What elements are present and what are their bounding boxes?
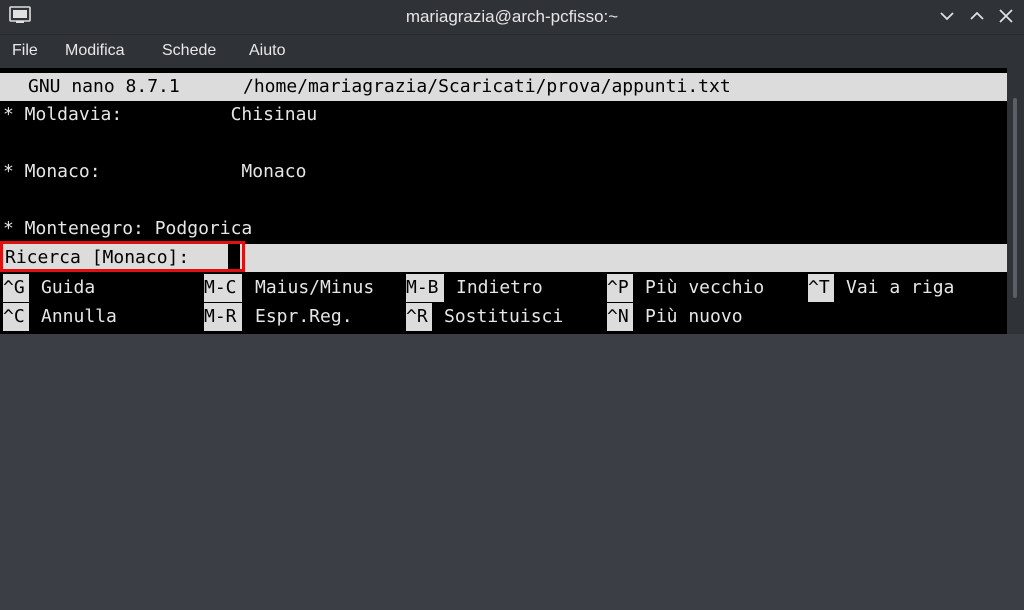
text-line: * Monaco: Monaco	[3, 161, 307, 182]
shortcut-row-1: ^G Guida M-C Maius/Minus M-B Indietro ^P…	[0, 274, 1007, 302]
shortcut-row-2: ^C Annulla M-R Espr.Reg. ^R Sostituisci …	[0, 303, 1007, 331]
shortcut-key[interactable]: ^N	[607, 303, 633, 331]
terminal-window: mariagrazia@arch-pcfisso:~ File Modifica…	[0, 0, 1024, 334]
shortcut-key[interactable]: ^P	[607, 274, 633, 302]
shortcut-label: Vai a riga	[846, 277, 955, 298]
menu-aiuto[interactable]: Aiuto	[249, 42, 285, 60]
shortcut-key[interactable]: M-C	[204, 274, 242, 302]
menu-file[interactable]: File	[12, 42, 38, 60]
shortcut-key[interactable]: ^T	[808, 274, 834, 302]
shortcut-label: Maius/Minus	[255, 277, 375, 298]
scrollbar[interactable]	[1007, 68, 1024, 334]
text-line: * Moldavia: Chisinau	[3, 104, 318, 125]
shortcut-label: Più nuovo	[645, 306, 743, 327]
shortcut-label: Sostituisci	[444, 306, 564, 327]
shortcut-key[interactable]: M-R	[204, 303, 242, 331]
title-bar[interactable]: mariagrazia@arch-pcfisso:~	[0, 0, 1024, 34]
close-icon[interactable]	[995, 5, 1017, 27]
shortcut-key[interactable]: M-B	[406, 274, 444, 302]
shortcut-key[interactable]: ^R	[406, 303, 432, 331]
nano-version: GNU nano 8.7.1	[28, 76, 180, 97]
window-title: mariagrazia@arch-pcfisso:~	[405, 7, 619, 26]
scrollbar-thumb[interactable]	[1013, 98, 1017, 298]
chevron-up-icon[interactable]	[966, 5, 988, 27]
shortcut-label: Più vecchio	[645, 277, 765, 298]
terminal-area[interactable]: GNU nano 8.7.1 /home/mariagrazia/Scarica…	[0, 68, 1007, 334]
highlight-annotation	[0, 241, 245, 272]
chevron-down-icon[interactable]	[936, 5, 958, 27]
text-line	[3, 186, 1010, 214]
shortcut-label: Guida	[41, 277, 96, 298]
text-line: * Montenegro: Podgorica	[3, 218, 253, 239]
shortcut-label: Espr.Reg.	[255, 306, 353, 327]
shortcut-key[interactable]: ^C	[3, 303, 29, 331]
menu-modifica[interactable]: Modifica	[65, 42, 125, 60]
menu-schede[interactable]: Schede	[162, 42, 216, 60]
shortcut-key[interactable]: ^G	[3, 274, 29, 302]
nano-header: GNU nano 8.7.1 /home/mariagrazia/Scarica…	[0, 73, 1007, 101]
shortcut-label: Annulla	[41, 306, 117, 327]
text-line	[3, 129, 1010, 157]
shortcut-label: Indietro	[456, 277, 543, 298]
nano-file-path: /home/mariagrazia/Scaricati/prova/appunt…	[243, 76, 731, 97]
menu-bar: File Modifica Schede Aiuto	[0, 34, 1024, 69]
